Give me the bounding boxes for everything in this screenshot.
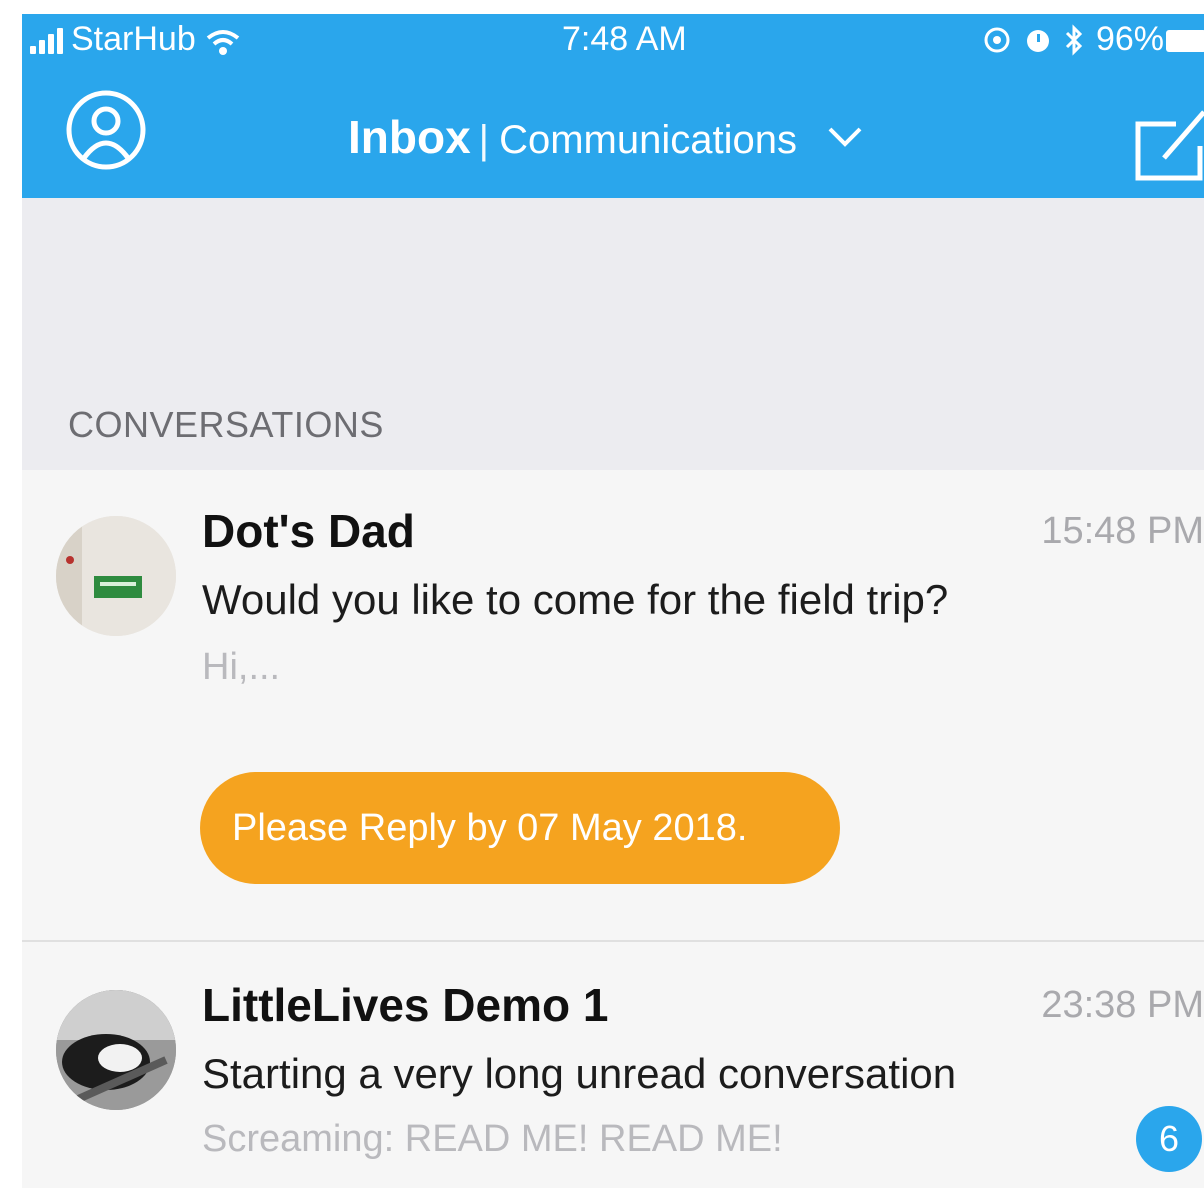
compose-icon [1135,110,1204,181]
conversation-item[interactable]: LittleLives Demo 1 23:38 PM Starting a v… [22,940,1204,1188]
conversations-section-header: CONVERSATIONS [22,198,1204,470]
orientation-lock-icon [982,25,1012,55]
message-time: 23:38 PM [1041,984,1204,1026]
message-subject: Would you like to come for the field tri… [202,576,949,623]
section-label: CONVERSATIONS [68,404,384,445]
message-preview: Screaming: READ ME! READ ME! [202,1118,783,1160]
sender-name: Dot's Dad [202,505,415,557]
wifi-icon [206,26,240,55]
avatar-image [56,516,176,636]
app-screen: StarHub 7:48 AM 96% Inbox | Communicatio… [22,14,1204,1188]
battery-icon [1166,30,1204,52]
carrier-name: StarHub [71,20,196,58]
conversation-item[interactable]: Dot's Dad 15:48 PM Would you like to com… [22,470,1204,940]
avatar-image [56,990,176,1110]
profile-button[interactable] [66,90,146,170]
nav-subtitle: Communications [499,118,797,162]
avatar [56,516,176,636]
battery-percent: 96% [1095,20,1164,58]
bluetooth-icon [1064,23,1084,56]
compose-button[interactable] [1134,106,1204,182]
nav-bar: Inbox | Communications [22,76,1204,186]
signal-icon [30,26,63,54]
unread-count-badge: 6 [1136,1106,1202,1172]
sender-name: LittleLives Demo 1 [202,979,609,1031]
status-right-group: 96% [982,20,1164,59]
avatar [56,990,176,1110]
chevron-down-icon [827,125,863,149]
status-time: 7:48 AM [562,20,687,58]
profile-icon [66,90,146,170]
message-subject: Starting a very long unread conversation [202,1050,957,1097]
inbox-selector[interactable]: Inbox | Communications [348,110,863,164]
message-time: 15:48 PM [1041,510,1204,552]
carrier-group: StarHub [30,20,240,59]
nav-separator: | [478,118,490,162]
status-bar: StarHub 7:48 AM 96% [22,14,1204,66]
alarm-icon [1024,25,1052,55]
message-preview: Hi,... [202,646,281,688]
reply-deadline-badge[interactable]: Please Reply by 07 May 2018. [200,772,840,884]
nav-title: Inbox [348,111,471,163]
header: StarHub 7:48 AM 96% Inbox | Communicatio… [22,14,1204,198]
